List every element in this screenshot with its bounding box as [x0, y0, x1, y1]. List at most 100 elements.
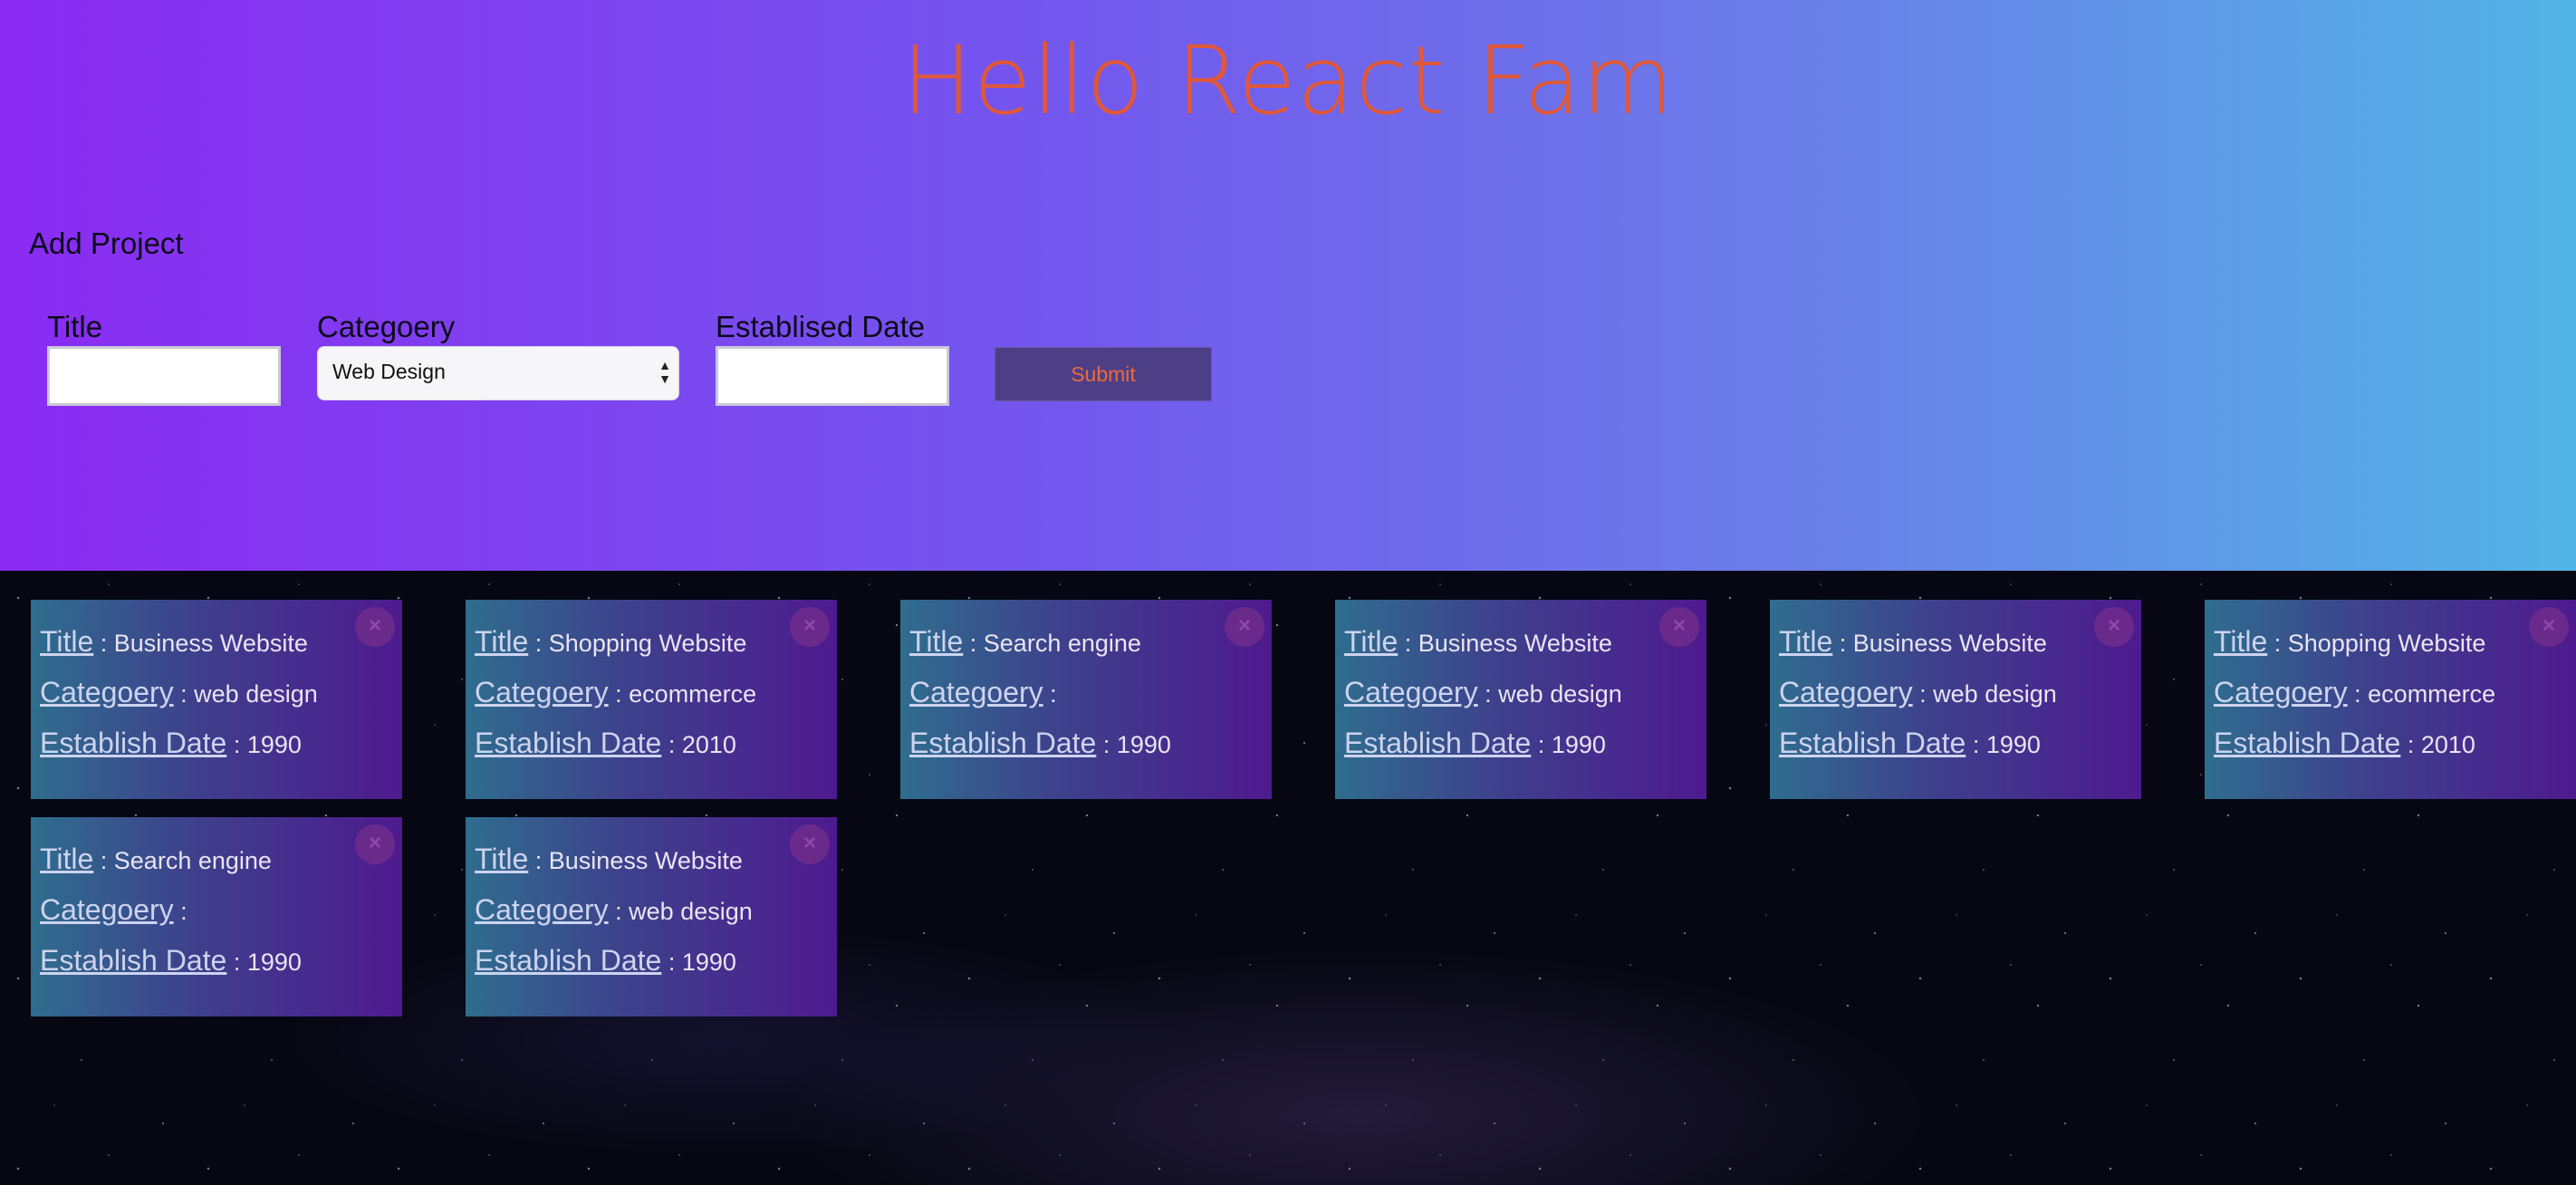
card-category-row: Categoery : web design: [40, 676, 318, 709]
hero-header: Hello React Fam Add Project Title Catego…: [0, 0, 2576, 571]
card-date-key[interactable]: Establish Date: [475, 944, 661, 977]
card-title-key[interactable]: Title: [1344, 625, 1398, 658]
card-date-row: Establish Date : 2010: [475, 727, 736, 760]
card-date-row: Establish Date : 1990: [1779, 727, 2041, 760]
card-title-value: Search engine: [983, 630, 1141, 657]
card-date-value: 1990: [246, 949, 302, 976]
card-date-value: 1990: [681, 949, 736, 976]
separator: :: [963, 630, 984, 657]
separator: :: [2400, 731, 2421, 758]
card-category-row: Categoery :: [909, 676, 1057, 709]
close-icon[interactable]: ×: [790, 824, 830, 864]
card-category-key[interactable]: Categoery: [909, 676, 1043, 708]
card-title-row: Title : Business Website: [1779, 625, 2047, 659]
updown-arrow-icon: ▲ ▼: [658, 358, 671, 386]
close-icon[interactable]: ×: [1659, 607, 1699, 647]
close-icon[interactable]: ×: [355, 607, 395, 647]
card-category-value: ecommerce: [629, 680, 757, 708]
card-title-value: Business Website: [113, 630, 308, 657]
card-category-key[interactable]: Categoery: [2214, 676, 2348, 708]
card-date-key[interactable]: Establish Date: [1779, 727, 1966, 759]
card-title-value: Business Website: [1418, 630, 1612, 657]
card-category-row: Categoery : web design: [475, 893, 753, 927]
card-category-key[interactable]: Categoery: [40, 893, 174, 926]
project-card: × Title : Shopping Website Categoery : eco…: [466, 600, 837, 799]
project-card: × Title : Business Website Categoery : web…: [466, 817, 837, 1016]
project-card: × Title : Business Website Categoery : web…: [31, 600, 402, 799]
card-date-row: Establish Date : 1990: [40, 944, 302, 978]
card-category-key[interactable]: Categoery: [475, 676, 609, 708]
add-project-heading: Add Project: [29, 226, 184, 260]
category-select[interactable]: Web Design ▲ ▼: [317, 346, 679, 400]
title-input[interactable]: [47, 346, 281, 406]
card-title-value: Search engine: [113, 847, 272, 874]
submit-button[interactable]: Submit: [995, 347, 1212, 401]
card-date-key[interactable]: Establish Date: [1344, 727, 1531, 759]
card-date-value: 1990: [1116, 731, 1171, 758]
separator: :: [173, 680, 195, 708]
card-date-value: 1990: [246, 731, 302, 758]
separator: :: [226, 731, 247, 758]
card-category-row: Categoery : ecommerce: [2214, 676, 2495, 709]
card-date-key[interactable]: Establish Date: [475, 727, 661, 759]
card-category-row: Categoery : web design: [1779, 676, 2057, 709]
separator: :: [1531, 731, 1552, 758]
card-date-key[interactable]: Establish Date: [40, 944, 226, 977]
card-category-key[interactable]: Categoery: [1779, 676, 1913, 708]
card-date-value: 1990: [1551, 731, 1606, 758]
project-card: × Title : Business Website Categoery : web…: [1335, 600, 1706, 799]
card-category-row: Categoery : web design: [1344, 676, 1622, 709]
card-title-key[interactable]: Title: [1779, 625, 1832, 658]
card-category-row: Categoery : ecommerce: [475, 676, 756, 709]
card-title-key[interactable]: Title: [475, 843, 528, 875]
date-label: Establised Date: [716, 310, 926, 343]
separator: :: [1096, 731, 1117, 758]
card-title-row: Title : Shopping Website: [2214, 625, 2485, 659]
card-category-value: web design: [629, 898, 753, 925]
project-card: × Title : Search engine Categoery : Establ…: [31, 817, 402, 1016]
separator: :: [661, 731, 682, 758]
separator: :: [1043, 680, 1057, 708]
category-label: Categoery: [317, 310, 456, 343]
separator: :: [1477, 680, 1499, 708]
separator: :: [1966, 731, 1986, 758]
card-title-row: Title : Search engine: [909, 625, 1141, 659]
separator: :: [93, 847, 114, 874]
card-title-value: Shopping Website: [548, 630, 747, 657]
card-category-key[interactable]: Categoery: [1344, 676, 1478, 708]
card-title-row: Title : Business Website: [40, 625, 308, 659]
card-title-key[interactable]: Title: [40, 843, 93, 875]
project-card: × Title : Shopping Website Categoery : eco…: [2205, 600, 2576, 799]
separator: :: [173, 898, 187, 925]
card-date-key[interactable]: Establish Date: [2214, 727, 2400, 759]
card-category-value: web design: [1933, 680, 2057, 708]
separator: :: [1912, 680, 1934, 708]
card-title-row: Title : Shopping Website: [475, 625, 746, 659]
card-title-row: Title : Search engine: [40, 843, 272, 876]
close-icon[interactable]: ×: [2094, 607, 2134, 647]
card-title-key[interactable]: Title: [2214, 625, 2267, 658]
card-title-value: Business Website: [1852, 630, 2047, 657]
card-date-row: Establish Date : 1990: [1344, 727, 1606, 760]
card-title-key[interactable]: Title: [909, 625, 963, 658]
separator: :: [608, 898, 630, 925]
card-category-key[interactable]: Categoery: [40, 676, 174, 708]
card-date-key[interactable]: Establish Date: [909, 727, 1096, 759]
card-date-row: Establish Date : 1990: [909, 727, 1171, 760]
close-icon[interactable]: ×: [1225, 607, 1264, 647]
separator: :: [93, 630, 114, 657]
close-icon[interactable]: ×: [355, 824, 395, 864]
close-icon[interactable]: ×: [790, 607, 830, 647]
card-date-row: Establish Date : 1990: [475, 944, 736, 978]
separator: :: [2347, 680, 2369, 708]
card-date-key[interactable]: Establish Date: [40, 727, 226, 759]
category-selected-value: Web Design: [332, 360, 446, 383]
card-title-key[interactable]: Title: [40, 625, 93, 658]
date-input[interactable]: [716, 346, 949, 406]
card-category-key[interactable]: Categoery: [475, 893, 609, 926]
card-title-key[interactable]: Title: [475, 625, 528, 658]
card-date-value: 2010: [2420, 731, 2475, 758]
card-title-value: Shopping Website: [2287, 630, 2486, 657]
close-icon[interactable]: ×: [2529, 607, 2569, 647]
card-title-row: Title : Business Website: [475, 843, 743, 876]
